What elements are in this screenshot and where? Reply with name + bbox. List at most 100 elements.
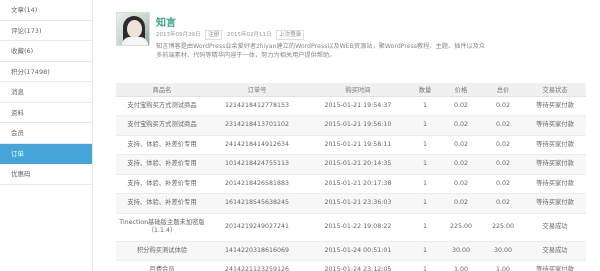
header-quantity: 数量 <box>410 83 440 97</box>
cell-quantity: 1 <box>410 193 440 214</box>
cell-order-no: 1214218412778153 <box>208 96 306 116</box>
cell-status: 等待买家付款 <box>524 154 586 175</box>
sidebar-item-favorites[interactable]: 收藏(6) <box>0 41 92 62</box>
cell-order-no: 1614218545638245 <box>208 193 306 214</box>
cell-product: 支持、体验、补差价专用 <box>116 193 208 214</box>
cell-quantity: 1 <box>410 213 440 242</box>
profile-header: 知言 2013年09月29日 注册 2015年02月11日 上次登录 知言博客是… <box>116 12 586 72</box>
table-row: 支持、体验、补差价专用 2414218414912634 2015-01-21 19… <box>116 135 586 155</box>
cell-price: 225.00 <box>440 213 482 242</box>
table-row: 积分购买测试体验 1414220318616069 2015-01-24 00:51… <box>116 241 586 261</box>
header-purchase-time: 购买时间 <box>306 83 410 97</box>
cell-purchase-time: 2015-01-21 19:54:37 <box>306 96 410 116</box>
cell-order-no: 2314218413701102 <box>208 115 306 136</box>
sidebar-item-coupons[interactable]: 优惠码 <box>0 164 92 185</box>
cell-total: 0.02 <box>482 115 524 136</box>
cell-total: 0.02 <box>482 193 524 214</box>
table-row: 支付宝购买方式测试商品 1214218412778153 2015-01-21 19… <box>116 96 586 116</box>
cell-total: 0.02 <box>482 174 524 194</box>
cell-status: 等待买家付款 <box>524 96 586 116</box>
header-status: 交易状态 <box>524 83 586 97</box>
cell-purchase-time: 2015-01-24 23:12:05 <box>306 260 410 271</box>
cell-product: 月费会员 <box>116 260 208 271</box>
cell-quantity: 1 <box>410 260 440 271</box>
cell-quantity: 1 <box>410 96 440 116</box>
cell-status: 等待买家付款 <box>524 115 586 136</box>
cell-status: 等待买家付款 <box>524 174 586 194</box>
profile-meta: 2013年09月29日 注册 2015年02月11日 上次登录 <box>156 30 307 40</box>
sidebar: 文章(14) 评论(173) 收藏(6) 积分(17498) 消息 资料 会员 … <box>0 0 93 271</box>
register-date: 2013年09月29日 <box>156 32 201 38</box>
cell-order-no: 2414221123259126 <box>208 260 306 271</box>
username[interactable]: 知言 <box>156 14 176 29</box>
cell-product: 积分购买测试体验 <box>116 241 208 261</box>
orders-table: 商品名 订单号 购买时间 数量 价格 总价 交易状态 支付宝购买方式测试商品 12… <box>116 83 586 271</box>
cell-price: 0.02 <box>440 193 482 214</box>
sidebar-item-messages[interactable]: 消息 <box>0 82 92 103</box>
cell-purchase-time: 2015-01-21 19:56:10 <box>306 115 410 136</box>
cell-total: 0.02 <box>482 135 524 155</box>
cell-total: 0.02 <box>482 154 524 175</box>
table-row: 月费会员 2414221123259126 2015-01-24 23:12:05 1… <box>116 260 586 271</box>
cell-price: 0.02 <box>440 135 482 155</box>
last-login-date: 2015年02月11日 <box>227 32 272 38</box>
cell-product: 支持、体验、补差价专用 <box>116 135 208 155</box>
table-row: 支持、体验、补差价专用 1614218545638245 2015-01-21 23… <box>116 193 586 214</box>
cell-product: Tinection基础版主题未加密版（1.1.4） <box>116 213 208 242</box>
main-content: 知言 2013年09月29日 注册 2015年02月11日 上次登录 知言博客是… <box>93 0 600 271</box>
table-row: 支付宝购买方式测试商品 2314218413701102 2015-01-21 19… <box>116 115 586 136</box>
cell-order-no: 2014218426581883 <box>208 174 306 194</box>
sidebar-item-membership[interactable]: 会员 <box>0 123 92 144</box>
orders-body: 支付宝购买方式测试商品 1214218412778153 2015-01-21 19… <box>116 96 586 271</box>
cell-total: 225.00 <box>482 213 524 242</box>
cell-product: 支付宝购买方式测试商品 <box>116 115 208 136</box>
cell-order-no: 2014219249027241 <box>208 213 306 242</box>
cell-price: 0.02 <box>440 115 482 136</box>
cell-total: 30.00 <box>482 241 524 261</box>
cell-purchase-time: 2015-01-22 19:08:22 <box>306 213 410 242</box>
cell-quantity: 1 <box>410 154 440 175</box>
cell-quantity: 1 <box>410 174 440 194</box>
cell-product: 支付宝购买方式测试商品 <box>116 96 208 116</box>
cell-status: 等待买家付款 <box>524 193 586 214</box>
profile-bio: 知言博客是由WordPress业余爱好者zhiyan建立的WordPress以及… <box>156 43 486 59</box>
cell-status: 等待买家付款 <box>524 260 586 271</box>
cell-quantity: 1 <box>410 115 440 136</box>
table-row: 支持、体验、补差价专用 1014218424755113 2015-01-21 20… <box>116 154 586 175</box>
cell-total: 0.02 <box>482 96 524 116</box>
cell-purchase-time: 2015-01-21 20:14:35 <box>306 154 410 175</box>
cell-purchase-time: 2015-01-24 00:51:01 <box>306 241 410 261</box>
cell-price: 30.00 <box>440 241 482 261</box>
header-total: 总价 <box>482 83 524 97</box>
cell-purchase-time: 2015-01-21 23:36:03 <box>306 193 410 214</box>
sidebar-item-comments[interactable]: 评论(173) <box>0 21 92 41</box>
table-header-row: 商品名 订单号 购买时间 数量 价格 总价 交易状态 <box>116 83 586 97</box>
last-login-tag: 上次登录 <box>276 30 305 40</box>
header-order-no: 订单号 <box>208 83 306 97</box>
cell-purchase-time: 2015-01-21 19:58:11 <box>306 135 410 155</box>
sidebar-item-orders[interactable]: 订单 <box>0 143 92 164</box>
cell-price: 1.00 <box>440 260 482 271</box>
sidebar-item-profile[interactable]: 资料 <box>0 103 92 123</box>
sidebar-item-articles[interactable]: 文章(14) <box>0 0 92 21</box>
table-row: Tinection基础版主题未加密版（1.1.4） 201421924902724… <box>116 213 586 242</box>
cell-price: 0.02 <box>440 96 482 116</box>
header-price: 价格 <box>440 83 482 97</box>
cell-price: 0.02 <box>440 174 482 194</box>
header-product: 商品名 <box>116 83 208 97</box>
register-tag: 注册 <box>205 30 223 40</box>
cell-status: 交易成功 <box>524 241 586 261</box>
sidebar-item-points[interactable]: 积分(17498) <box>0 62 92 82</box>
cell-product: 支持、体验、补差价专用 <box>116 154 208 175</box>
cell-quantity: 1 <box>410 135 440 155</box>
cell-order-no: 1414220318616069 <box>208 241 306 261</box>
cell-status: 交易成功 <box>524 213 586 242</box>
cell-status: 等待买家付款 <box>524 135 586 155</box>
cell-product: 支持、体验、补差价专用 <box>116 174 208 194</box>
cell-total: 1.00 <box>482 260 524 271</box>
cell-quantity: 1 <box>410 241 440 261</box>
cell-order-no: 2414218414912634 <box>208 135 306 155</box>
cell-order-no: 1014218424755113 <box>208 154 306 175</box>
cell-price: 0.02 <box>440 154 482 175</box>
cell-purchase-time: 2015-01-21 20:17:38 <box>306 174 410 194</box>
